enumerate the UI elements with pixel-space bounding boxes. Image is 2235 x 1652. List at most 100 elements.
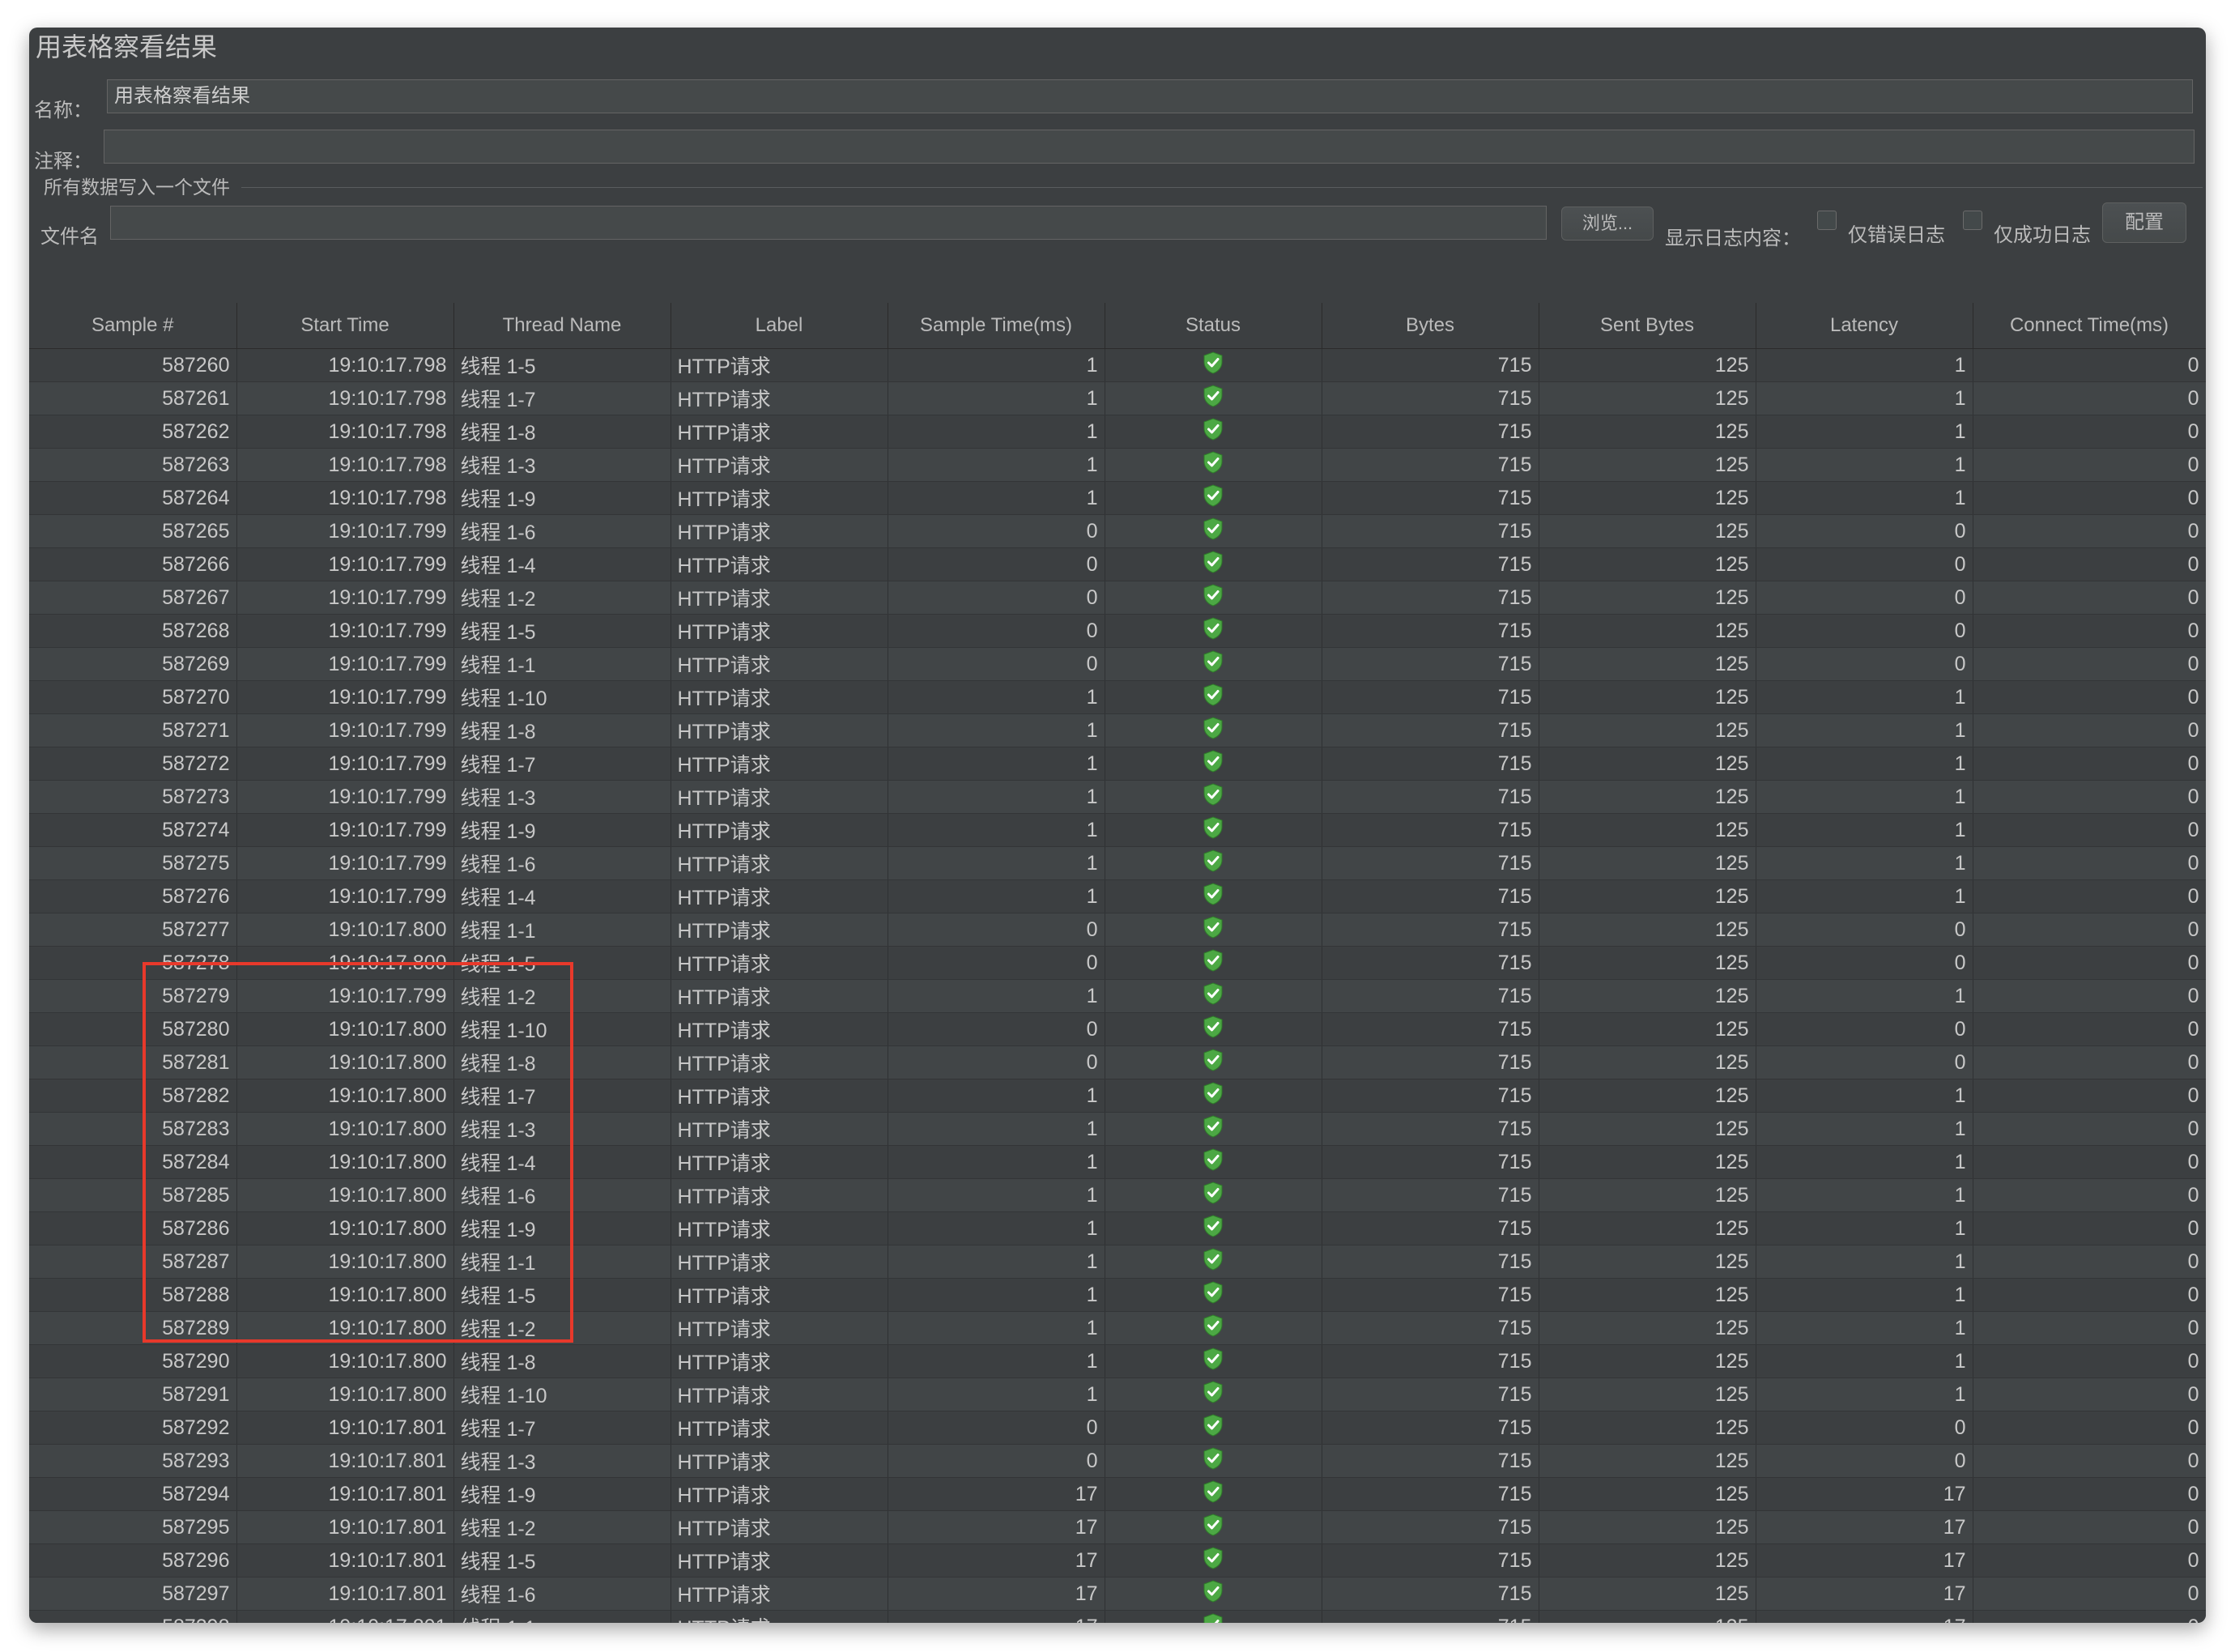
cell-connect-time: 0 (1973, 581, 2206, 615)
success-shield-icon (1203, 1314, 1224, 1343)
cell-latency: 1 (1756, 348, 1973, 382)
column-header-connect-time[interactable]: Connect Time(ms) (1973, 303, 2206, 349)
cell-bytes: 715 (1322, 780, 1539, 814)
table-row[interactable]: 587286 19:10:17.800 线程 1-9 HTTP请求 1 715 125 1 0 (29, 1211, 2206, 1245)
cell-sent-bytes: 125 (1539, 514, 1756, 548)
cell-sample-number: 587265 (29, 514, 237, 548)
success-only-checkbox[interactable] (1963, 211, 1982, 230)
cell-bytes: 715 (1322, 448, 1539, 482)
configure-button[interactable]: 配置 (2102, 202, 2186, 243)
cell-connect-time: 0 (1973, 1012, 2206, 1046)
cell-thread-name: 线程 1-6 (453, 514, 671, 548)
cell-bytes: 715 (1322, 1311, 1539, 1345)
table-row[interactable]: 587274 19:10:17.799 线程 1-9 HTTP请求 1 715 125 1 0 (29, 813, 2206, 847)
table-row[interactable]: 587264 19:10:17.798 线程 1-9 HTTP请求 1 715 125 1 0 (29, 481, 2206, 515)
table-row[interactable]: 587278 19:10:17.800 线程 1-5 HTTP请求 0 715 125 0 0 (29, 946, 2206, 980)
table-row[interactable]: 587282 19:10:17.800 线程 1-7 HTTP请求 1 715 125 1 0 (29, 1079, 2206, 1113)
cell-sample-time: 1 (888, 1178, 1105, 1212)
filename-field[interactable] (110, 206, 1547, 240)
table-row[interactable]: 587263 19:10:17.798 线程 1-3 HTTP请求 1 715 125 1 0 (29, 448, 2206, 482)
cell-start-time: 19:10:17.801 (236, 1444, 454, 1478)
cell-sample-number: 587270 (29, 680, 237, 714)
cell-start-time: 19:10:17.801 (236, 1610, 454, 1623)
cell-thread-name: 线程 1-5 (453, 348, 671, 382)
cell-sent-bytes: 125 (1539, 1477, 1756, 1511)
table-row[interactable]: 587293 19:10:17.801 线程 1-3 HTTP请求 0 715 125 0 0 (29, 1444, 2206, 1478)
browse-button[interactable]: 浏览... (1561, 206, 1654, 241)
cell-connect-time: 0 (1973, 1344, 2206, 1378)
errors-only-checkbox[interactable] (1817, 211, 1837, 230)
table-row[interactable]: 587269 19:10:17.799 线程 1-1 HTTP请求 0 715 125 0 0 (29, 647, 2206, 681)
table-row[interactable]: 587265 19:10:17.799 线程 1-6 HTTP请求 0 715 125 0 0 (29, 514, 2206, 548)
table-row[interactable]: 587273 19:10:17.799 线程 1-3 HTTP请求 1 715 125 1 0 (29, 780, 2206, 814)
cell-sample-time: 17 (888, 1477, 1105, 1511)
table-row[interactable]: 587266 19:10:17.799 线程 1-4 HTTP请求 0 715 125 0 0 (29, 547, 2206, 581)
table-row[interactable]: 587290 19:10:17.800 线程 1-8 HTTP请求 1 715 125 1 0 (29, 1344, 2206, 1378)
table-row[interactable]: 587280 19:10:17.800 线程 1-10 HTTP请求 0 715 125 0 0 (29, 1012, 2206, 1046)
table-row[interactable]: 587285 19:10:17.800 线程 1-6 HTTP请求 1 715 125 1 0 (29, 1178, 2206, 1212)
table-row[interactable]: 587279 19:10:17.799 线程 1-2 HTTP请求 1 715 125 1 0 (29, 979, 2206, 1013)
table-row[interactable]: 587297 19:10:17.801 线程 1-6 HTTP请求 17 715 125 17… (29, 1577, 2206, 1611)
table-row[interactable]: 587260 19:10:17.798 线程 1-5 HTTP请求 1 715 125 1 0 (29, 348, 2206, 382)
table-row[interactable]: 587261 19:10:17.798 线程 1-7 HTTP请求 1 715 125 1 0 (29, 381, 2206, 415)
column-header-bytes[interactable]: Bytes (1322, 303, 1539, 349)
table-row[interactable]: 587277 19:10:17.800 线程 1-1 HTTP请求 0 715 125 0 0 (29, 913, 2206, 947)
success-shield-icon (1203, 517, 1224, 546)
column-header-status[interactable]: Status (1105, 303, 1322, 349)
comment-field[interactable] (104, 130, 2195, 164)
table-row[interactable]: 587287 19:10:17.800 线程 1-1 HTTP请求 1 715 125 1 0 (29, 1245, 2206, 1279)
table-row[interactable]: 587291 19:10:17.800 线程 1-10 HTTP请求 1 715 125 1 0 (29, 1377, 2206, 1411)
cell-status (1105, 1411, 1322, 1445)
cell-latency: 0 (1756, 1012, 1973, 1046)
table-row[interactable]: 587295 19:10:17.801 线程 1-2 HTTP请求 17 715 125 17… (29, 1510, 2206, 1544)
cell-start-time: 19:10:17.799 (236, 747, 454, 781)
cell-sample-number: 587266 (29, 547, 237, 581)
cell-status (1105, 1344, 1322, 1378)
cell-status (1105, 1012, 1322, 1046)
column-header-label[interactable]: Label (670, 303, 888, 349)
cell-connect-time: 0 (1973, 1311, 2206, 1345)
table-row[interactable]: 587275 19:10:17.799 线程 1-6 HTTP请求 1 715 125 1 0 (29, 846, 2206, 880)
cell-sent-bytes: 125 (1539, 879, 1756, 913)
column-header-sent-bytes[interactable]: Sent Bytes (1539, 303, 1756, 349)
cell-status (1105, 1444, 1322, 1478)
table-row[interactable]: 587283 19:10:17.800 线程 1-3 HTTP请求 1 715 125 1 0 (29, 1112, 2206, 1146)
table-row[interactable]: 587270 19:10:17.799 线程 1-10 HTTP请求 1 715 125 1 0 (29, 680, 2206, 714)
table-row[interactable]: 587284 19:10:17.800 线程 1-4 HTTP请求 1 715 125 1 0 (29, 1145, 2206, 1179)
table-row[interactable]: 587292 19:10:17.801 线程 1-7 HTTP请求 0 715 125 0 0 (29, 1411, 2206, 1445)
cell-sample-number: 587294 (29, 1477, 237, 1511)
table-row[interactable]: 587294 19:10:17.801 线程 1-9 HTTP请求 17 715 125 17… (29, 1477, 2206, 1511)
table-row[interactable]: 587281 19:10:17.800 线程 1-8 HTTP请求 0 715 125 0 0 (29, 1045, 2206, 1079)
column-header-sample-number[interactable]: Sample # (29, 303, 237, 349)
cell-sent-bytes: 125 (1539, 481, 1756, 515)
cell-sample-number: 587273 (29, 780, 237, 814)
cell-latency: 1 (1756, 448, 1973, 482)
cell-thread-name: 线程 1-8 (453, 415, 671, 449)
table-row[interactable]: 587262 19:10:17.798 线程 1-8 HTTP请求 1 715 125 1 0 (29, 415, 2206, 449)
table-row[interactable]: 587288 19:10:17.800 线程 1-5 HTTP请求 1 715 125 1 0 (29, 1278, 2206, 1312)
table-row[interactable]: 587271 19:10:17.799 线程 1-8 HTTP请求 1 715 125 1 0 (29, 713, 2206, 747)
column-header-thread-name[interactable]: Thread Name (453, 303, 671, 349)
cell-latency: 1 (1756, 747, 1973, 781)
table-row[interactable]: 587276 19:10:17.799 线程 1-4 HTTP请求 1 715 125 1 0 (29, 879, 2206, 913)
cell-label: HTTP请求 (670, 647, 888, 681)
table-row[interactable]: 587289 19:10:17.800 线程 1-2 HTTP请求 1 715 125 1 0 (29, 1311, 2206, 1345)
cell-status (1105, 946, 1322, 980)
column-header-sample-time[interactable]: Sample Time(ms) (888, 303, 1105, 349)
table-row[interactable]: 587267 19:10:17.799 线程 1-2 HTTP请求 0 715 125 0 0 (29, 581, 2206, 615)
cell-sent-bytes: 125 (1539, 913, 1756, 947)
cell-thread-name: 线程 1-1 (453, 647, 671, 681)
cell-thread-name: 线程 1-3 (453, 1444, 671, 1478)
table-row[interactable]: 587272 19:10:17.799 线程 1-7 HTTP请求 1 715 125 1 0 (29, 747, 2206, 781)
column-header-start-time[interactable]: Start Time (236, 303, 454, 349)
name-field[interactable]: 用表格察看结果 (107, 79, 2193, 113)
cell-connect-time: 0 (1973, 1610, 2206, 1623)
table-row[interactable]: 587296 19:10:17.801 线程 1-5 HTTP请求 17 715 125 17… (29, 1543, 2206, 1577)
cell-bytes: 715 (1322, 979, 1539, 1013)
cell-latency: 17 (1756, 1543, 1973, 1577)
cell-sample-time: 0 (888, 913, 1105, 947)
success-shield-icon (1203, 849, 1224, 878)
table-row[interactable]: 587268 19:10:17.799 线程 1-5 HTTP请求 0 715 125 0 0 (29, 614, 2206, 648)
column-header-latency[interactable]: Latency (1756, 303, 1973, 349)
table-row[interactable]: 58729819:10:17.801线程 1-1HTTP请求1771512517… (29, 1610, 2206, 1623)
